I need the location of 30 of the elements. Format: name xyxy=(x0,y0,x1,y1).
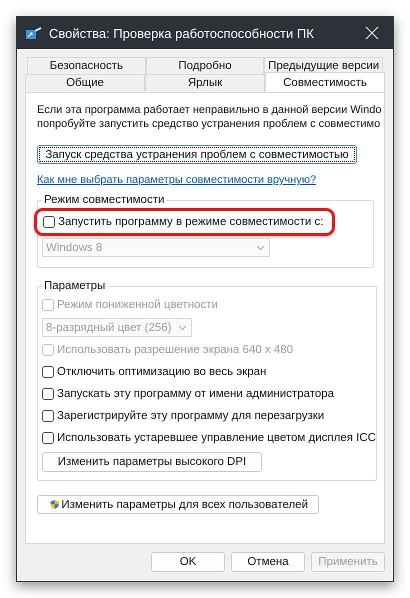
checkbox-label[interactable]: Зарегистрируйте эту программу для перезагрузки xyxy=(57,410,324,422)
chevron-icon xyxy=(256,244,265,250)
group-title: Режим совместимости xyxy=(43,194,166,206)
group-title: Параметры xyxy=(43,280,106,292)
checkbox-label[interactable]: Запускать эту программу от имени администратора xyxy=(57,388,334,400)
checkbox[interactable] xyxy=(42,410,54,422)
checkbox-label[interactable]: Отключить оптимизацию во весь экран xyxy=(57,366,266,378)
intro-text: Если эта программа работает неправильно в данной версии Windo xyxy=(37,103,382,117)
tab[interactable]: Совместимость xyxy=(265,72,385,92)
checkbox-label[interactable]: Запустить программу в режиме совместимости с: xyxy=(58,216,324,228)
intro-text: попробуйте запустить средство устранения проблем с совместимо xyxy=(37,117,382,131)
tab[interactable]: Безопасность xyxy=(27,57,146,74)
dpi-settings-button[interactable]: Изменить параметры высокого DPI xyxy=(42,452,262,472)
troubleshooter-button[interactable]: Запуск средства устранения проблем с совместимостью xyxy=(37,145,357,164)
shortcut-icon xyxy=(25,26,43,40)
window-title: Свойства: Проверка работоспособности ПК xyxy=(49,26,315,40)
checkbox[interactable] xyxy=(42,388,54,400)
tab[interactable]: Подробно xyxy=(146,57,264,74)
checkbox[interactable] xyxy=(42,432,54,444)
dialog-button[interactable]: OK xyxy=(151,552,225,572)
checkbox-label[interactable]: Использовать устаревшее управление цветом дисплея ICC xyxy=(57,432,376,444)
help-link[interactable]: Как мне выбрать параметры совместимости вручную? xyxy=(37,174,316,186)
tab[interactable]: Ярлык xyxy=(145,74,265,91)
dialog-button[interactable]: Отмена xyxy=(231,552,305,572)
all-users-button[interactable]: Изменить параметры для всех пользователей xyxy=(37,495,319,514)
chevron-icon xyxy=(178,324,187,330)
checkbox[interactable] xyxy=(43,216,55,228)
checkbox[interactable] xyxy=(42,366,54,378)
tab[interactable]: Общие xyxy=(25,74,145,91)
shield-icon xyxy=(50,497,60,512)
